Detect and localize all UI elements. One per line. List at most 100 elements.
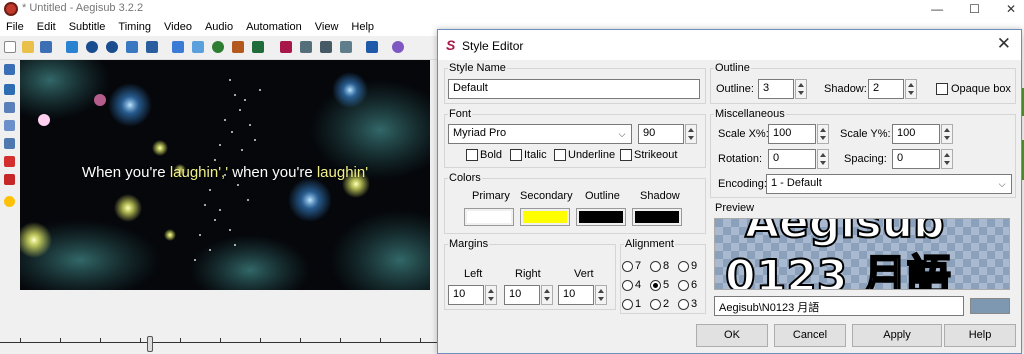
preview-background-color-button[interactable] <box>970 298 1010 314</box>
margin-vert-input[interactable]: 10 <box>558 285 594 305</box>
menu-edit[interactable]: Edit <box>37 21 56 33</box>
save-icon[interactable] <box>40 41 52 53</box>
font-size-input[interactable]: 90 <box>638 124 684 144</box>
font-family-select[interactable]: Myriad Pro <box>448 124 632 144</box>
shadow-distance-spinner[interactable] <box>905 79 917 99</box>
rotation-spinner[interactable] <box>817 149 829 169</box>
paste-icon[interactable] <box>126 41 138 53</box>
encoding-select[interactable]: 1 - Default <box>766 174 1012 194</box>
align-8-radio[interactable] <box>650 261 661 272</box>
align-7-radio[interactable] <box>622 261 633 272</box>
align-6-radio[interactable] <box>678 280 689 291</box>
grid-icon[interactable] <box>252 41 264 53</box>
ruler-tick <box>300 338 301 343</box>
style-icon[interactable] <box>280 41 292 53</box>
close-icon[interactable]: ✕ <box>1006 2 1016 16</box>
ok-button[interactable]: OK <box>696 324 768 347</box>
ruler-tick <box>60 338 61 343</box>
scale-icon[interactable] <box>4 138 15 149</box>
italic-checkbox[interactable] <box>510 149 522 161</box>
align-4-radio[interactable] <box>622 280 633 291</box>
scale-x-spinner[interactable] <box>817 124 829 144</box>
spacing-spinner[interactable] <box>941 149 953 169</box>
help-icon[interactable] <box>4 196 15 207</box>
open-folder-icon[interactable] <box>22 41 34 53</box>
align-1-label: 1 <box>635 298 642 310</box>
help-button[interactable]: Help <box>944 324 1016 347</box>
video-display[interactable]: When you're laughin',' when you're laugh… <box>20 60 430 290</box>
zoom-in-icon[interactable] <box>86 41 98 53</box>
film-icon[interactable] <box>232 41 244 53</box>
align-1-radio[interactable] <box>622 299 633 310</box>
aegisub-logo-icon <box>4 2 18 16</box>
shadow-color-button[interactable] <box>632 208 682 226</box>
rotation-input[interactable]: 0 <box>768 149 816 169</box>
menu-file[interactable]: File <box>6 21 24 33</box>
outline-color-button[interactable] <box>576 208 626 226</box>
spacing-input[interactable]: 0 <box>892 149 940 169</box>
rotate-xy-icon[interactable] <box>4 120 15 131</box>
pencil-icon[interactable] <box>320 41 332 53</box>
margin-left-input[interactable]: 10 <box>448 285 484 305</box>
edit-icon[interactable] <box>300 41 312 53</box>
menu-video[interactable]: Video <box>164 21 192 33</box>
apply-button[interactable]: Apply <box>852 324 942 347</box>
maximize-icon[interactable]: ☐ <box>969 2 980 16</box>
underline-checkbox[interactable] <box>554 149 566 161</box>
video-seek-slider[interactable] <box>147 336 153 352</box>
strikeout-checkbox[interactable] <box>620 149 632 161</box>
align-2-label: 2 <box>663 298 670 310</box>
menu-timing[interactable]: Timing <box>118 21 151 33</box>
font-size-spinner[interactable] <box>685 124 697 144</box>
help-icon[interactable] <box>392 41 404 53</box>
margin-left-spinner[interactable] <box>485 285 497 305</box>
preview-text-input[interactable]: Aegisub\N0123 月語 <box>714 296 964 316</box>
standard-tool-icon[interactable] <box>4 64 15 75</box>
menu-automation[interactable]: Automation <box>246 21 302 33</box>
title-bar: * Untitled - Aegisub 3.2.2 — ☐ ✕ <box>0 0 1024 18</box>
margin-right-input[interactable]: 10 <box>504 285 540 305</box>
opaque-box-checkbox[interactable] <box>936 83 948 95</box>
close-icon[interactable]: ✕ <box>997 34 1011 54</box>
fold-icon[interactable] <box>172 41 184 53</box>
bold-checkbox[interactable] <box>466 149 478 161</box>
menu-view[interactable]: View <box>315 21 339 33</box>
scale-x-input[interactable]: 100 <box>768 124 816 144</box>
person-icon[interactable] <box>146 41 158 53</box>
unfold-icon[interactable] <box>192 41 204 53</box>
new-file-icon[interactable] <box>4 41 16 53</box>
align-3-radio[interactable] <box>678 299 689 310</box>
menu-audio[interactable]: Audio <box>205 21 233 33</box>
options-icon[interactable] <box>366 41 378 53</box>
scale-y-spinner[interactable] <box>941 124 953 144</box>
cancel-button[interactable]: Cancel <box>774 324 846 347</box>
minimize-icon[interactable]: — <box>931 2 943 16</box>
vector-clip-icon[interactable] <box>4 174 15 185</box>
drag-tool-icon[interactable] <box>4 84 15 95</box>
opaque-box-label: Opaque box <box>951 83 1011 95</box>
preview-line-2: 0123 月語 <box>724 251 952 290</box>
align-9-radio[interactable] <box>678 261 689 272</box>
align-5-radio[interactable] <box>650 280 661 291</box>
jump-icon[interactable] <box>66 41 78 53</box>
margin-vert-spinner[interactable] <box>595 285 607 305</box>
margin-right-spinner[interactable] <box>541 285 553 305</box>
outline-width-spinner[interactable] <box>795 79 807 99</box>
zoom-out-icon[interactable] <box>106 41 118 53</box>
scale-y-input[interactable]: 100 <box>892 124 940 144</box>
secondary-color-button[interactable] <box>520 208 570 226</box>
style-name-input[interactable]: Default <box>448 79 700 99</box>
spell-icon[interactable] <box>340 41 352 53</box>
menu-help[interactable]: Help <box>351 21 374 33</box>
chevron-down-icon[interactable]: ⌵ <box>994 175 1010 193</box>
primary-color-button[interactable] <box>464 208 514 226</box>
rotate-z-icon[interactable] <box>4 102 15 113</box>
chevron-down-icon[interactable]: ⌵ <box>614 125 630 143</box>
align-2-radio[interactable] <box>650 299 661 310</box>
dialog-title-bar: S Style Editor ✕ <box>438 30 1021 60</box>
globe-icon[interactable] <box>212 41 224 53</box>
outline-width-input[interactable]: 3 <box>758 79 794 99</box>
menu-subtitle[interactable]: Subtitle <box>69 21 106 33</box>
shadow-distance-input[interactable]: 2 <box>868 79 904 99</box>
clip-icon[interactable] <box>4 156 15 167</box>
